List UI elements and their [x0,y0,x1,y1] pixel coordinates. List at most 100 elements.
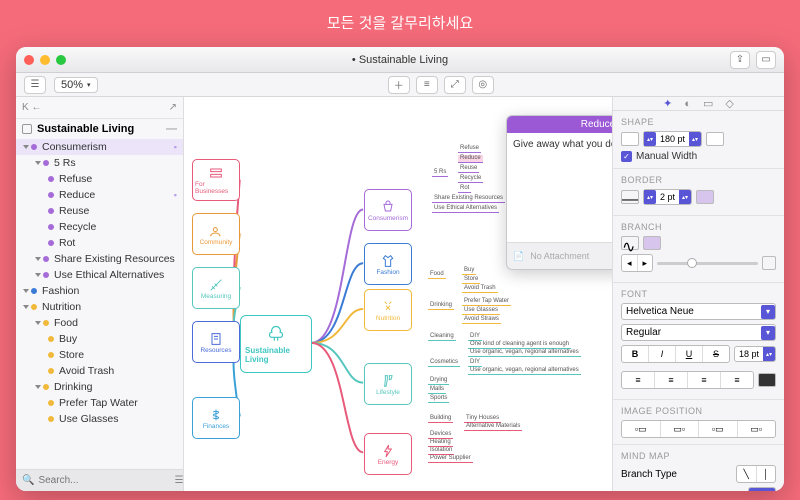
search-bar[interactable]: 🔍 ☰ [16,469,183,491]
mindmap-canvas[interactable]: Sustainable Living For Businesses Communi… [184,97,612,491]
font-size-stepper[interactable]: 18 pt▴▾ [734,346,776,362]
outline-item[interactable]: 5 Rs [16,155,183,171]
tab-style-icon[interactable]: ✦ [663,97,672,110]
leaf-node[interactable]: Isolation [428,447,454,455]
branch-node[interactable]: Finances [192,397,240,439]
branch-slider[interactable] [657,262,758,265]
image-position-buttons[interactable]: ▫▭▭▫▫▭▭▫ [621,420,776,438]
leaf-node[interactable]: Rot [458,185,471,193]
outline-item[interactable]: Refuse [16,171,183,187]
leaf-node[interactable]: Drying [428,377,449,385]
shape-fill-swatch[interactable] [706,132,724,146]
branch-node[interactable]: Lifestyle [364,363,412,405]
leaf-node[interactable]: Use Ethical Alternatives [432,205,499,213]
leaf-node[interactable]: Prefer Tap Water [462,298,511,306]
border-style-swatch[interactable]: — [621,190,639,204]
leaf-node[interactable]: Drinking [428,302,454,310]
outline-item[interactable]: Recycle [16,219,183,235]
leaf-node[interactable]: Devices [428,431,453,439]
outline-item[interactable]: Share Existing Resources [16,251,183,267]
outline-item[interactable]: Nutrition [16,299,183,315]
expand-button[interactable]: ⤢ [444,76,466,94]
traffic-lights[interactable] [24,55,66,65]
branch-node[interactable]: Consumerism [364,189,412,231]
branch-node[interactable]: Community [192,213,240,255]
central-node[interactable]: Sustainable Living [240,315,312,373]
sidebar-title[interactable]: Sustainable Living — [16,119,183,139]
close-dot[interactable] [24,55,34,65]
add-node-button[interactable]: ＋ [388,76,410,94]
font-weight-buttons[interactable]: B I U S [621,345,730,363]
outline-item[interactable]: Use Glasses [16,411,183,427]
inspector-toggle[interactable]: ▭ [756,51,776,69]
outline-item[interactable]: Store [16,347,183,363]
branch-node[interactable]: Measuring [192,267,240,309]
leaf-node[interactable]: Tiny Houses [464,415,501,423]
leaf-node[interactable]: DIY [468,359,482,367]
outline-item[interactable]: Reuse [16,203,183,219]
leaf-node[interactable]: DIY [468,333,482,341]
branch-node[interactable]: For Businesses [192,159,240,201]
leaf-node[interactable]: Malls [428,386,446,394]
outline-tree[interactable]: Consumerism▪5 RsRefuseReduce▪ReuseRecycl… [16,139,183,469]
leaf-node[interactable]: Buy [462,267,476,275]
leaf-node[interactable]: Avoid Trash [462,285,498,293]
leaf-node[interactable]: Share Existing Resources [432,195,505,203]
branch-node[interactable]: Energy [364,433,412,475]
zoom-select[interactable]: 50% ▾ [54,77,98,93]
font-color-swatch[interactable] [758,373,776,387]
leaf-node[interactable]: Cosmetics [428,359,460,367]
outline-item[interactable]: Consumerism▪ [16,139,183,155]
leaf-node[interactable]: Power Supplier [428,455,473,463]
leaf-node[interactable]: Food [428,271,446,279]
sidebar-toggle[interactable]: ☰ [24,76,46,94]
text-align-buttons[interactable]: ≡≡≡≡ [621,371,754,389]
leaf-node[interactable]: Reuse [458,165,479,173]
leaf-node[interactable]: Reduce [458,155,483,163]
tab-notes-icon[interactable]: ◐ [684,98,691,110]
leaf-node[interactable]: Building [428,415,453,423]
branch-node[interactable]: Resources [192,321,240,363]
leaf-node[interactable]: Sports [428,395,449,403]
leaf-node[interactable]: Cleaning [428,333,456,341]
branch-color-swatch[interactable] [643,236,661,250]
shape-width-stepper[interactable]: ▴▾180 pt▴▾ [643,131,702,147]
font-style-select[interactable]: Regular▾ [621,324,776,341]
branch-end-swatch[interactable] [762,256,776,270]
branch-node[interactable]: Fashion [364,243,412,285]
tab-attach-icon[interactable]: ▭ [703,97,713,110]
collapse-left-icon[interactable]: K ← [22,102,41,113]
outline-item[interactable]: Prefer Tap Water [16,395,183,411]
outline-item[interactable]: Food [16,315,183,331]
tab-tag-icon[interactable]: ◇ [725,97,733,110]
outline-item[interactable]: Drinking [16,379,183,395]
outline-button[interactable]: ≡ [416,76,438,94]
leaf-node[interactable]: Store [462,276,480,284]
leaf-node[interactable]: Use organic, vegan, regional alternative… [468,367,581,375]
outline-item[interactable]: Buy [16,331,183,347]
leaf-node[interactable]: Use Glasses [462,307,500,315]
font-family-select[interactable]: Helvetica Neue▾ [621,303,776,320]
leaf-node[interactable]: Use organic, vegan, regional alternative… [468,349,581,357]
shape-style-swatch[interactable] [621,132,639,146]
leaf-node[interactable]: One kind of cleaning agent is enough [468,341,571,349]
popup-textarea[interactable]: Give away what you don't need [507,133,612,243]
branch-style-swatch[interactable]: ∿ [621,236,639,250]
outline-item[interactable]: Reduce▪ [16,187,183,203]
search-input[interactable] [38,475,170,486]
leaf-node[interactable]: Alternative Materials [464,423,522,431]
leaf-node[interactable]: Refuse [458,145,481,153]
expand-icon[interactable]: ↗ [169,102,177,113]
border-color-swatch[interactable] [696,190,714,204]
leaf-node[interactable]: 5 Rs [432,169,448,177]
manual-layout-checkbox[interactable]: Manual Layout ⇅ [621,487,776,491]
layout-order-buttons[interactable]: ⇅ [748,487,776,491]
outline-item[interactable]: Rot [16,235,183,251]
manual-width-checkbox[interactable]: ✓Manual Width [621,151,776,162]
outline-item[interactable]: Fashion [16,283,183,299]
leaf-node[interactable]: Recycle [458,175,483,183]
branch-type-buttons[interactable]: ╲│ [736,465,776,483]
outline-item[interactable]: Use Ethical Alternatives [16,267,183,283]
leaf-node[interactable]: Avoid Straws [462,316,501,324]
branch-thickness-buttons[interactable]: ◂▸ [621,254,653,272]
